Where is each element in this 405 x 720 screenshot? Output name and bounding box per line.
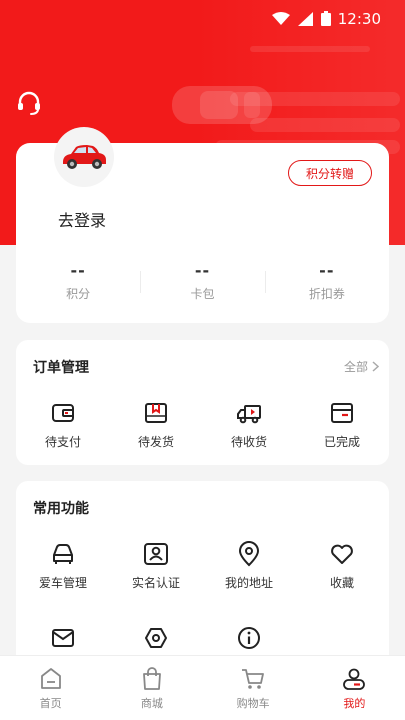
stat-value: -- [319, 261, 335, 280]
package-icon [145, 403, 167, 423]
order-label: 待收货 [230, 435, 267, 449]
shopping-bag-icon [142, 667, 161, 690]
tab-label: 我的 [343, 697, 366, 710]
stat-coupons[interactable]: -- 折扣券 [264, 261, 389, 305]
id-card-icon [144, 543, 168, 565]
truck-icon [237, 405, 261, 424]
order-completed[interactable]: 已完成 [297, 400, 387, 450]
profile-icon [343, 668, 366, 690]
tab-cart[interactable]: 购物车 [203, 656, 304, 720]
stat-value: -- [70, 261, 86, 280]
tab-profile[interactable]: 我的 [304, 656, 405, 720]
status-time: 12:30 [337, 10, 381, 28]
status-bar: 12:30 [0, 0, 405, 36]
home-icon [40, 668, 61, 689]
location-pin-icon [238, 541, 260, 567]
box-done-icon [331, 403, 353, 423]
tab-label: 商城 [140, 697, 163, 710]
info-icon [238, 627, 260, 649]
view-all-label: 全部 [343, 360, 368, 374]
login-link[interactable]: 去登录 [58, 207, 106, 231]
section-title: 常用功能 [33, 501, 89, 517]
tab-label: 购物车 [236, 697, 270, 710]
tab-mall[interactable]: 商城 [101, 656, 202, 720]
red-car-icon [63, 145, 106, 169]
order-pending-payment[interactable]: 待支付 [18, 400, 108, 450]
stat-points[interactable]: -- 积分 [16, 261, 140, 305]
profile-card: 积分转赠 去登录 -- 积分 -- 卡包 -- 折扣券 [16, 127, 389, 323]
points-transfer-button[interactable]: 积分转赠 [288, 160, 372, 186]
order-label: 待支付 [44, 435, 81, 449]
heart-icon [331, 544, 353, 564]
chevron-right-icon [372, 361, 379, 372]
messages[interactable] [18, 625, 108, 651]
signal-icon [298, 11, 313, 26]
mail-icon [52, 629, 74, 647]
order-pending-receipt[interactable]: 待收货 [204, 400, 294, 450]
section-title: 订单管理 [33, 360, 89, 376]
view-all-orders-link[interactable]: 全部 [344, 358, 379, 375]
tab-label: 首页 [39, 697, 62, 710]
order-management-card: 订单管理 全部 待支付 待发货 待收货 已完成 [16, 340, 389, 465]
battery-icon [321, 11, 331, 26]
function-label: 爱车管理 [38, 576, 87, 590]
about-info[interactable] [204, 625, 294, 651]
wifi-icon [272, 11, 290, 25]
cart-icon [242, 669, 265, 689]
order-pending-shipment[interactable]: 待发货 [111, 400, 201, 450]
stat-label: 积分 [66, 287, 91, 301]
avatar[interactable] [54, 127, 114, 187]
tab-home[interactable]: 首页 [0, 656, 101, 720]
stat-card-pack[interactable]: -- 卡包 [140, 261, 264, 305]
function-label: 收藏 [329, 576, 354, 590]
order-label: 待发货 [137, 435, 174, 449]
my-address[interactable]: 我的地址 [204, 541, 294, 591]
favorites[interactable]: 收藏 [297, 541, 387, 591]
function-label: 我的地址 [224, 576, 273, 590]
real-name-verification[interactable]: 实名认证 [111, 541, 201, 591]
headset-icon[interactable] [14, 88, 44, 118]
common-functions-card: 常用功能 爱车管理 实名认证 我的地址 收藏 [16, 481, 389, 681]
bottom-tab-bar: 首页 商城 购物车 我的 [0, 655, 405, 720]
stats-row: -- 积分 -- 卡包 -- 折扣券 [16, 261, 389, 305]
car-icon [53, 544, 73, 564]
stat-label: 卡包 [190, 287, 215, 301]
stat-value: -- [194, 261, 211, 280]
car-silhouette-icon [172, 86, 272, 124]
stat-label: 折扣券 [308, 287, 345, 301]
car-management[interactable]: 爱车管理 [18, 541, 108, 591]
wallet-icon [52, 404, 74, 422]
function-label: 实名认证 [131, 576, 180, 590]
hex-nut-icon [145, 628, 167, 648]
order-label: 已完成 [323, 435, 360, 449]
settings-nut[interactable] [111, 625, 201, 651]
